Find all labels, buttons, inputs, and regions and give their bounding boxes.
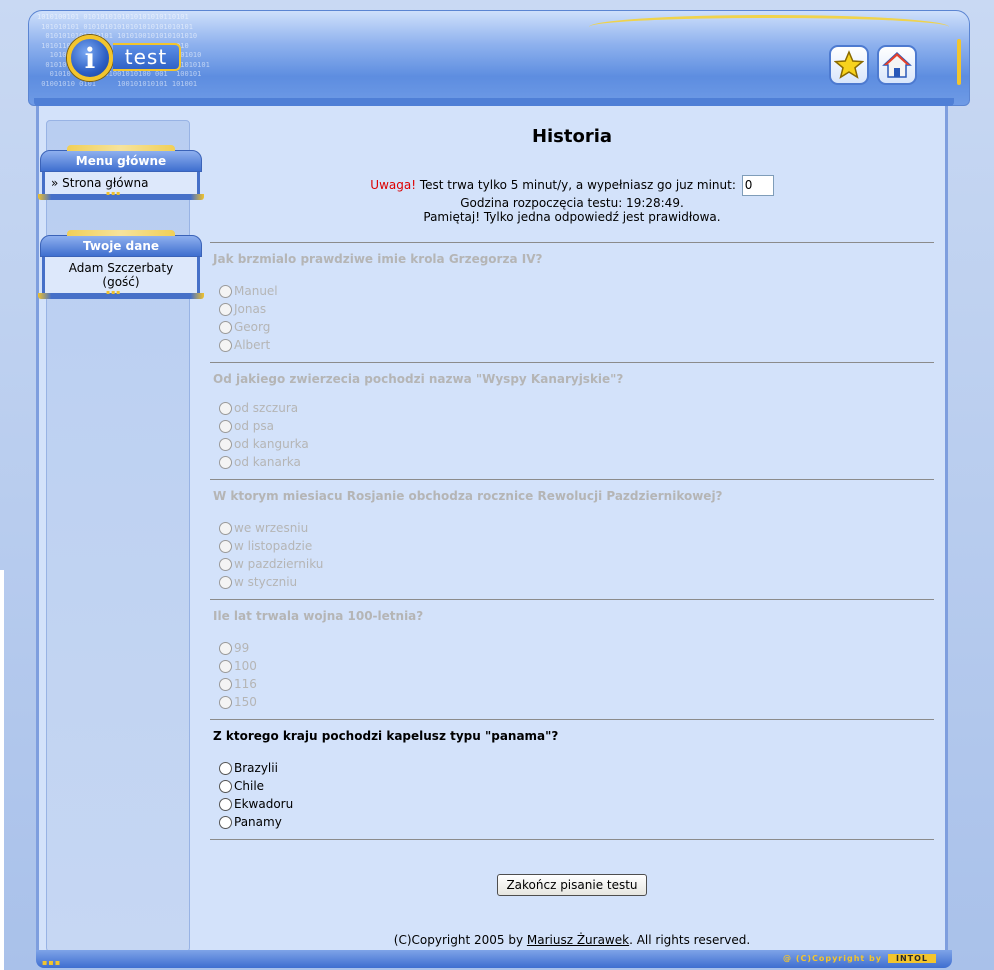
sidebar-item-home[interactable]: » Strona główna bbox=[51, 176, 148, 190]
radio-button[interactable] bbox=[219, 455, 232, 469]
user-data-title: Twoje dane bbox=[40, 230, 202, 257]
question-5: Z ktorego kraju pochodzi kapelusz typu "… bbox=[210, 719, 934, 840]
favorites-button[interactable] bbox=[829, 45, 869, 85]
answer-option[interactable]: Albert bbox=[213, 336, 931, 354]
copyright-prefix: (C)Copyright 2005 by bbox=[393, 933, 524, 947]
copyright-badge-text: @ (C)Copyright by bbox=[783, 953, 882, 963]
radio-button[interactable] bbox=[219, 539, 232, 553]
radio-button[interactable] bbox=[219, 761, 232, 775]
site-header: 1010100101 0101010101010101010110101 101… bbox=[28, 10, 970, 106]
radio-button[interactable] bbox=[219, 815, 232, 829]
submit-area: Zakończ pisanie testu bbox=[210, 874, 934, 896]
answer-option[interactable]: Chile bbox=[213, 777, 931, 795]
page-edge bbox=[0, 570, 4, 970]
finish-test-button[interactable]: Zakończ pisanie testu bbox=[497, 874, 647, 896]
minutes-elapsed-field[interactable]: 0 bbox=[741, 175, 774, 196]
home-icon bbox=[882, 51, 912, 78]
answer-option[interactable]: Manuel bbox=[213, 282, 931, 300]
answer-option[interactable]: Panamy bbox=[213, 813, 931, 831]
warning-text: Test trwa tylko 5 minut/y, a wypełniasz … bbox=[419, 178, 736, 192]
answer-option[interactable]: od psa bbox=[213, 417, 931, 435]
answer-option[interactable]: 100 bbox=[213, 657, 931, 675]
question-text: W ktorym miesiacu Rosjanie obchodza rocz… bbox=[213, 489, 723, 503]
answer-option[interactable]: we wrzesniu bbox=[213, 519, 931, 537]
warning-label: Uwaga! bbox=[370, 178, 417, 192]
question-4: Ile lat trwala wojna 100-letnia? 99 100 … bbox=[210, 599, 934, 719]
answer-option[interactable]: od kanarka bbox=[213, 453, 931, 471]
radio-button[interactable] bbox=[219, 437, 232, 451]
answer-option[interactable]: w listopadzie bbox=[213, 537, 931, 555]
answer-option[interactable]: Jonas bbox=[213, 300, 931, 318]
copyright-suffix: . All rights reserved. bbox=[629, 933, 751, 947]
user-name: Adam Szczerbaty bbox=[68, 261, 174, 275]
box-footer-decoration bbox=[38, 289, 204, 299]
answer-option[interactable]: 116 bbox=[213, 675, 931, 693]
answer-options: od szczura od psa od kangurka od kanarka bbox=[213, 399, 931, 479]
test-info: Uwaga! Test trwa tylko 5 minut/y, a wype… bbox=[210, 175, 934, 224]
start-time: Godzina rozpoczęcia testu: 19:28:49. bbox=[460, 196, 684, 210]
answer-option[interactable]: Georg bbox=[213, 318, 931, 336]
answer-options: Brazylii Chile Ekwadoru Panamy bbox=[213, 759, 931, 839]
page-title: Historia bbox=[531, 126, 613, 147]
question-2: Od jakiego zwierzecia pochodzi nazwa "Wy… bbox=[210, 362, 934, 479]
home-button[interactable] bbox=[877, 45, 917, 85]
header-bottom-border bbox=[34, 98, 954, 106]
radio-button[interactable] bbox=[219, 521, 232, 535]
answer-option[interactable]: w styczniu bbox=[213, 573, 931, 591]
question-3: W ktorym miesiacu Rosjanie obchodza rocz… bbox=[210, 479, 934, 599]
answer-option[interactable]: w pazdzierniku bbox=[213, 555, 931, 573]
radio-button[interactable] bbox=[219, 557, 232, 571]
user-role: (gość) bbox=[102, 275, 140, 289]
bottom-bar: ▪▪▪ @ (C)Copyright by INTOL bbox=[36, 950, 952, 968]
bottom-decoration: ▪▪▪ bbox=[42, 958, 62, 967]
radio-button[interactable] bbox=[219, 695, 232, 709]
main-menu-title: Menu główne bbox=[40, 145, 202, 172]
author-link[interactable]: Mariusz Żurawek bbox=[527, 933, 629, 947]
radio-button[interactable] bbox=[219, 419, 232, 433]
radio-button[interactable] bbox=[219, 797, 232, 811]
question-1: Jak brzmialo prawdziwe imie krola Grzego… bbox=[210, 242, 934, 362]
answer-option[interactable]: 150 bbox=[213, 693, 931, 711]
radio-button[interactable] bbox=[219, 575, 232, 589]
question-text: Od jakiego zwierzecia pochodzi nazwa "Wy… bbox=[213, 372, 624, 386]
radio-button[interactable] bbox=[219, 338, 232, 352]
question-text: Ile lat trwala wojna 100-letnia? bbox=[213, 609, 424, 623]
radio-button[interactable] bbox=[219, 320, 232, 334]
radio-button[interactable] bbox=[219, 779, 232, 793]
header-decoration bbox=[589, 15, 949, 39]
logo-text[interactable]: test bbox=[113, 43, 181, 71]
answer-option[interactable]: 99 bbox=[213, 639, 931, 657]
page-footer: (C)Copyright 2005 by Mariusz Żurawek. Al… bbox=[210, 933, 934, 947]
answer-option[interactable]: od kangurka bbox=[213, 435, 931, 453]
question-text: Jak brzmialo prawdziwe imie krola Grzego… bbox=[213, 252, 543, 266]
question-text: Z ktorego kraju pochodzi kapelusz typu "… bbox=[213, 729, 559, 743]
user-data-box: Twoje dane Adam Szczerbaty (gość) bbox=[38, 230, 204, 299]
test-content: Historia Uwaga! Test trwa tylko 5 minut/… bbox=[210, 120, 934, 896]
answer-options: we wrzesniu w listopadzie w pazdzierniku… bbox=[213, 519, 931, 599]
answer-option[interactable]: Ekwadoru bbox=[213, 795, 931, 813]
answer-option[interactable]: od szczura bbox=[213, 399, 931, 417]
answer-option[interactable]: Brazylii bbox=[213, 759, 931, 777]
box-footer-decoration bbox=[38, 190, 204, 200]
radio-button[interactable] bbox=[219, 401, 232, 415]
main-menu-box: Menu główne » Strona główna bbox=[38, 145, 204, 200]
logo-icon[interactable]: i bbox=[67, 35, 113, 81]
answer-options: 99 100 116 150 bbox=[213, 639, 931, 719]
company-logo: INTOL bbox=[887, 953, 936, 963]
test-note: Pamiętaj! Tylko jedna odpowiedź jest pra… bbox=[423, 210, 721, 224]
radio-button[interactable] bbox=[219, 641, 232, 655]
copyright-badge: @ (C)Copyright by INTOL bbox=[779, 952, 940, 964]
radio-button[interactable] bbox=[219, 659, 232, 673]
star-icon bbox=[834, 50, 864, 79]
radio-button[interactable] bbox=[219, 284, 232, 298]
radio-button[interactable] bbox=[219, 302, 232, 316]
user-info: Adam Szczerbaty (gość) bbox=[42, 257, 200, 293]
header-decoration bbox=[957, 39, 961, 85]
radio-button[interactable] bbox=[219, 677, 232, 691]
questions-list: Jak brzmialo prawdziwe imie krola Grzego… bbox=[210, 242, 934, 840]
answer-options: Manuel Jonas Georg Albert bbox=[213, 282, 931, 362]
